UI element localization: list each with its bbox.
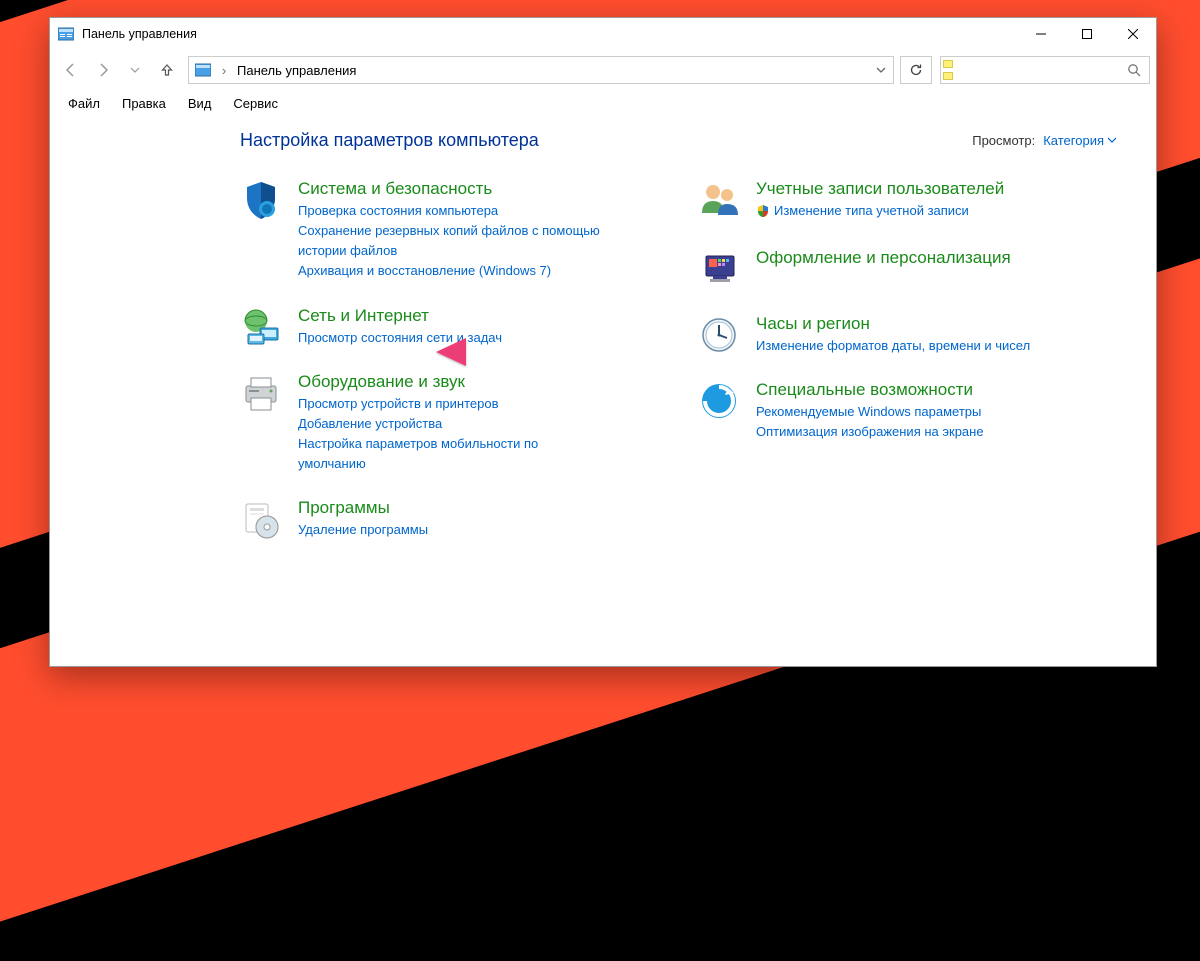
navbar: › Панель управления	[50, 50, 1156, 90]
sub-link[interactable]: Изменение форматов даты, времени и чисел	[756, 336, 1030, 356]
category-title[interactable]: Специальные возможности	[756, 380, 984, 400]
sub-link[interactable]: Проверка состояния компьютера	[298, 201, 608, 221]
clock-icon	[698, 314, 740, 356]
menu-tools[interactable]: Сервис	[223, 94, 288, 113]
sub-link[interactable]: Добавление устройства	[298, 414, 608, 434]
uac-shield-icon	[756, 204, 770, 218]
back-button[interactable]	[56, 55, 86, 85]
category-network-internet: Сеть и Интернет Просмотр состояния сети …	[240, 306, 658, 348]
category-title[interactable]: Система и безопасность	[298, 179, 608, 199]
refresh-button[interactable]	[900, 56, 932, 84]
close-button[interactable]	[1110, 19, 1156, 49]
personalization-icon	[698, 248, 740, 290]
category-appearance: Оформление и персонализация	[698, 248, 1116, 290]
recent-dropdown[interactable]	[120, 55, 150, 85]
minimize-button[interactable]	[1018, 19, 1064, 49]
category-hardware-sound: Оборудование и звук Просмотр устройств и…	[240, 372, 658, 475]
menu-view[interactable]: Вид	[178, 94, 222, 113]
category-user-accounts: Учетные записи пользователей Изменение т…	[698, 179, 1116, 224]
view-label: Просмотр:	[972, 133, 1035, 148]
menu-edit[interactable]: Правка	[112, 94, 176, 113]
content-area: Настройка параметров компьютера Просмотр…	[50, 116, 1156, 666]
sub-link[interactable]: Рекомендуемые Windows параметры	[756, 402, 984, 422]
sub-link[interactable]: Настройка параметров мобильности по умол…	[298, 434, 608, 474]
category-title[interactable]: Часы и регион	[756, 314, 1030, 334]
window-title: Панель управления	[82, 27, 1018, 41]
category-title[interactable]: Учетные записи пользователей	[756, 179, 1004, 199]
left-column: Система и безопасность Проверка состояни…	[240, 179, 658, 564]
page-heading: Настройка параметров компьютера	[240, 130, 539, 151]
address-icon	[195, 62, 211, 78]
view-dropdown[interactable]: Категория	[1043, 133, 1116, 148]
printer-icon	[240, 372, 282, 414]
chevron-right-icon[interactable]: ›	[217, 63, 231, 78]
globe-network-icon	[240, 306, 282, 348]
view-control: Просмотр: Категория	[972, 133, 1116, 148]
maximize-button[interactable]	[1064, 19, 1110, 49]
address-history-dropdown[interactable]	[875, 64, 887, 76]
users-icon	[698, 179, 740, 221]
menu-file[interactable]: Файл	[58, 94, 110, 113]
sub-link[interactable]: Сохранение резервных копий файлов с помо…	[298, 221, 608, 261]
category-title[interactable]: Оформление и персонализация	[756, 248, 1011, 268]
category-system-security: Система и безопасность Проверка состояни…	[240, 179, 658, 282]
category-title[interactable]: Оборудование и звук	[298, 372, 608, 392]
sub-link[interactable]: Архивация и восстановление (Windows 7)	[298, 261, 608, 281]
category-title[interactable]: Программы	[298, 498, 428, 518]
ease-of-access-icon	[698, 380, 740, 422]
sub-link[interactable]: Изменение типа учетной записи	[756, 201, 969, 221]
programs-disc-icon	[240, 498, 282, 540]
address-bar[interactable]: › Панель управления	[188, 56, 894, 84]
control-panel-window: Панель управления › Панель управления Фа…	[49, 17, 1157, 667]
category-title[interactable]: Сеть и Интернет	[298, 306, 502, 326]
category-programs: Программы Удаление программы	[240, 498, 658, 540]
app-icon	[58, 26, 74, 42]
menubar: Файл Правка Вид Сервис	[50, 90, 1156, 116]
up-button[interactable]	[152, 55, 182, 85]
category-ease-of-access: Специальные возможности Рекомендуемые Wi…	[698, 380, 1116, 442]
category-clock-region: Часы и регион Изменение форматов даты, в…	[698, 314, 1116, 356]
sub-link[interactable]: Оптимизация изображения на экране	[756, 422, 984, 442]
sub-link[interactable]: Просмотр состояния сети и задач	[298, 328, 502, 348]
search-box[interactable]	[940, 56, 1150, 84]
sub-link[interactable]: Просмотр устройств и принтеров	[298, 394, 608, 414]
chevron-down-icon	[1108, 137, 1116, 145]
right-column: Учетные записи пользователей Изменение т…	[698, 179, 1116, 564]
search-icon[interactable]	[1119, 63, 1149, 77]
forward-button[interactable]	[88, 55, 118, 85]
breadcrumb-root[interactable]: Панель управления	[237, 63, 356, 78]
shield-icon	[240, 179, 282, 221]
search-input[interactable]	[941, 63, 1119, 77]
sub-link[interactable]: Удаление программы	[298, 520, 428, 540]
titlebar: Панель управления	[50, 18, 1156, 50]
